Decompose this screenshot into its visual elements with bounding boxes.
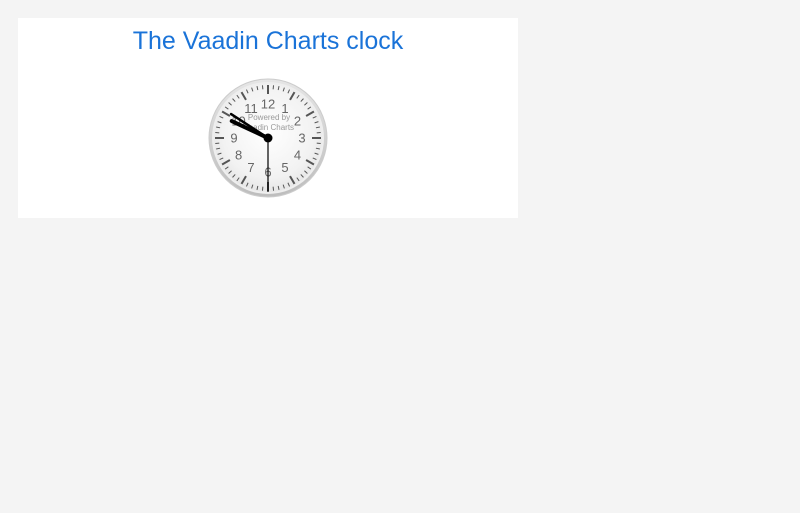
hour-label: 3 [298,131,305,146]
hour-label: 7 [247,160,254,175]
hour-label: 8 [235,148,242,163]
clock-gauge: 121234567891011Powered byVaadin Charts [208,78,328,198]
credit-text: Powered by [248,113,290,122]
hour-label: 2 [294,114,301,129]
hour-label: 9 [230,131,237,146]
hour-label: 5 [281,160,288,175]
hour-label: 12 [261,97,275,112]
chart-panel: The Vaadin Charts clock 121234567891011P… [18,18,518,218]
hour-label: 4 [294,148,301,163]
center-pivot [263,133,273,143]
